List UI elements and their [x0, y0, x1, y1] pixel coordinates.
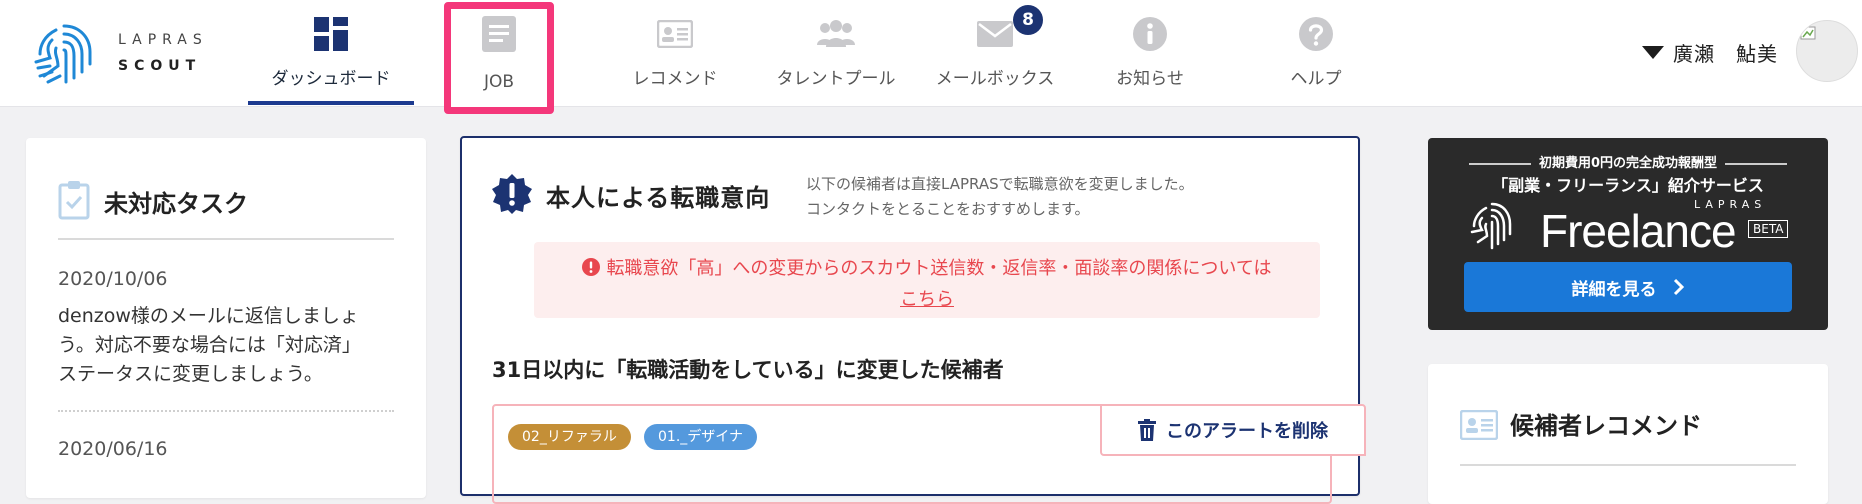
job-change-intent-card: 本人による転職意向 以下の候補者は直接LAPRASで転職意欲を変更しました。 コ… — [460, 136, 1366, 504]
pending-tasks-card: 未対応タスク 2020/10/06 denzow様のメールに返信しましょう。対応… — [26, 138, 426, 498]
divider — [1460, 464, 1796, 466]
nav-recommend[interactable]: レコメンド — [600, 0, 750, 106]
nav-recommend-label: レコメンド — [632, 69, 718, 89]
intent-description: 以下の候補者は直接LAPRASで転職意欲を変更しました。 コンタクトをとることを… — [806, 172, 1194, 222]
task-text[interactable]: denzow様のメールに返信しましょう。対応不要な場合には「対応済」ステータスに… — [58, 302, 378, 389]
dashboard-icon — [311, 14, 351, 54]
delete-alert-label: このアラートを削除 — [1166, 421, 1328, 442]
task-date: 2020/06/16 — [58, 438, 168, 460]
trash-icon — [1138, 419, 1156, 441]
nav-job-label: JOB — [483, 72, 515, 92]
fingerprint-logo-icon — [34, 24, 92, 84]
candidate-tag[interactable]: 01._デザイナ — [644, 424, 757, 450]
divider — [58, 238, 394, 240]
nav-dashboard[interactable]: ダッシュボード — [248, 0, 414, 106]
nav-talent-pool-label: タレントプール — [776, 69, 896, 89]
nav-mailbox[interactable]: メールボックス — [920, 0, 1070, 106]
document-icon — [479, 14, 519, 54]
banner-rule — [1468, 162, 1531, 165]
nav-mailbox-label: メールボックス — [935, 69, 1055, 89]
nav-notices-label: お知らせ — [1116, 69, 1184, 89]
banner-details-button[interactable]: 詳細を見る — [1464, 262, 1792, 312]
candidate-recommend-card: 候補者レコメンド — [1428, 364, 1828, 504]
banner-subtitle: 「副業・フリーランス」紹介サービス — [1492, 176, 1764, 195]
user-name[interactable]: 廣瀬 鮎美 — [1673, 38, 1778, 67]
beta-badge: BETA — [1748, 220, 1789, 238]
candidate-tag[interactable]: 02_リファラル — [508, 424, 631, 450]
intent-notice: 転職意欲「高」への変更からのスカウト送信数・返信率・面談率の関係については こち… — [534, 242, 1320, 318]
banner-top: 初期費用0円の完全成功報酬型 — [1428, 152, 1828, 171]
nav-notices[interactable]: お知らせ — [1090, 0, 1210, 106]
banner-brand: Freelance — [1540, 205, 1737, 257]
clipboard-check-icon — [58, 181, 90, 220]
intent-description-line1: 以下の候補者は直接LAPRASで転職意欲を変更しました。 — [806, 175, 1194, 193]
help-icon — [1296, 14, 1336, 54]
task-separator — [58, 410, 394, 412]
broken-image-icon — [1800, 26, 1816, 40]
nav-dashboard-label: ダッシュボード — [271, 69, 391, 89]
pending-tasks-title: 未対応タスク — [104, 190, 248, 218]
banner-top-text: 初期費用0円の完全成功報酬型 — [1538, 156, 1718, 171]
nav-help-label: ヘルプ — [1290, 69, 1342, 89]
freelance-banner[interactable]: 初期費用0円の完全成功報酬型 「副業・フリーランス」紹介サービス LAPRAS … — [1428, 138, 1828, 330]
envelope-icon — [975, 14, 1015, 54]
recommend-title: 候補者レコメンド — [1510, 412, 1702, 440]
nav-talent-pool[interactable]: タレントプール — [756, 0, 916, 106]
task-date: 2020/10/06 — [58, 268, 168, 290]
delete-alert-button[interactable]: このアラートを削除 — [1100, 404, 1366, 456]
notice-line: 転職意欲「高」への変更からのスカウト送信数・返信率・面談率の関係については — [582, 254, 1272, 280]
candidate-alert: 02_リファラル 01._デザイナ このアラートを削除 — [492, 404, 1366, 504]
info-icon — [1130, 14, 1170, 54]
logo-text-lapras: LAPRAS — [118, 32, 208, 48]
intent-title: 本人による転職意向 — [546, 184, 771, 212]
id-card-icon — [655, 14, 695, 54]
active-nav-underline — [248, 101, 414, 105]
alert-badge-icon — [492, 174, 532, 214]
candidates-heading: 31日以内に「転職活動をしている」に変更した候補者 — [492, 358, 1004, 382]
lapras-scout-logo[interactable]: LAPRAS SCOUT — [30, 18, 220, 90]
intent-description-line2: コンタクトをとることをおすすめします。 — [806, 200, 1090, 218]
banner-button-label: 詳細を見る — [1571, 279, 1657, 300]
notice-link[interactable]: こちら — [534, 285, 1320, 311]
id-card-icon — [1460, 410, 1498, 440]
notice-text: 転職意欲「高」への変更からのスカウト送信数・返信率・面談率の関係については — [606, 258, 1272, 279]
people-icon — [816, 14, 856, 54]
mailbox-unread-badge: 8 — [1013, 5, 1043, 35]
nav-job[interactable]: JOB — [451, 0, 547, 106]
exclamation-circle-icon — [582, 258, 601, 276]
user-menu-caret-icon[interactable] — [1642, 46, 1664, 60]
user-avatar[interactable] — [1796, 20, 1858, 82]
top-header: LAPRAS SCOUT ダッシュボード JOB レコメンド タレントプール メ… — [0, 0, 1862, 114]
logo-text-scout: SCOUT — [118, 58, 202, 74]
banner-rule — [1725, 162, 1788, 165]
chevron-right-icon — [1673, 278, 1684, 296]
fingerprint-logo-icon — [1470, 202, 1512, 250]
nav-help[interactable]: ヘルプ — [1256, 0, 1376, 106]
